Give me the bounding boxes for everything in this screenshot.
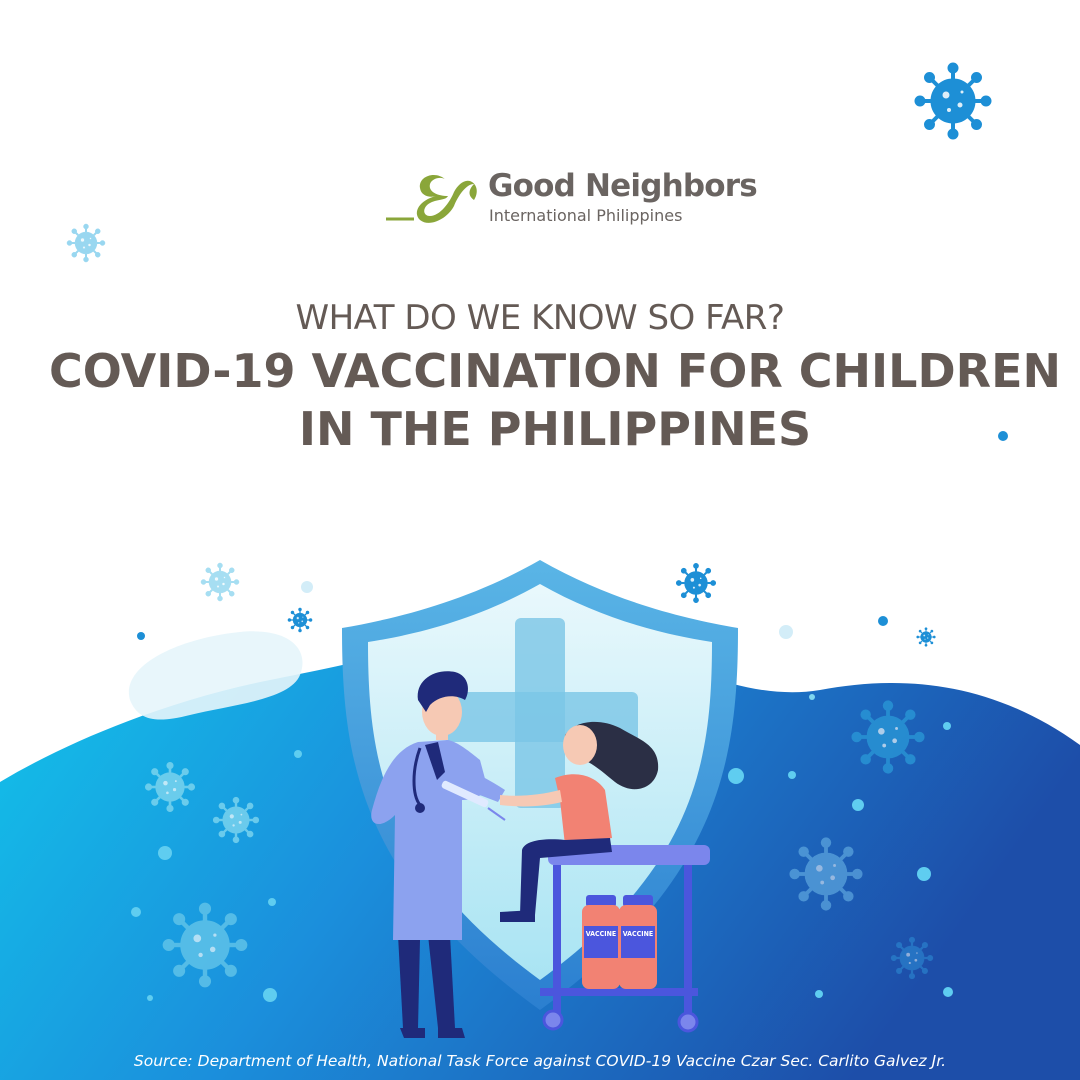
source-credit: Source: Department of Health, National T… — [133, 1052, 947, 1070]
headline-line-2: IN THE PHILIPPINES — [298, 402, 812, 456]
logo-mark-icon — [386, 174, 477, 223]
vaccine-label-2: VACCINE — [623, 930, 653, 938]
logo-subtitle: International Philippines — [489, 206, 683, 225]
logo-name: Good Neighbors — [488, 168, 758, 204]
background-illustration: VACCINE VACCINE — [0, 61, 1080, 1080]
good-neighbors-logo: Good Neighbors International Philippines — [384, 166, 764, 230]
headline-line-1: COVID-19 VACCINATION FOR CHILDREN — [48, 344, 1062, 398]
main-headline: COVID-19 VACCINATION FOR CHILDREN IN THE… — [40, 342, 1070, 458]
vaccine-label-1: VACCINE — [586, 930, 616, 938]
eyebrow-heading: WHAT DO WE KNOW SO FAR? — [295, 298, 785, 338]
